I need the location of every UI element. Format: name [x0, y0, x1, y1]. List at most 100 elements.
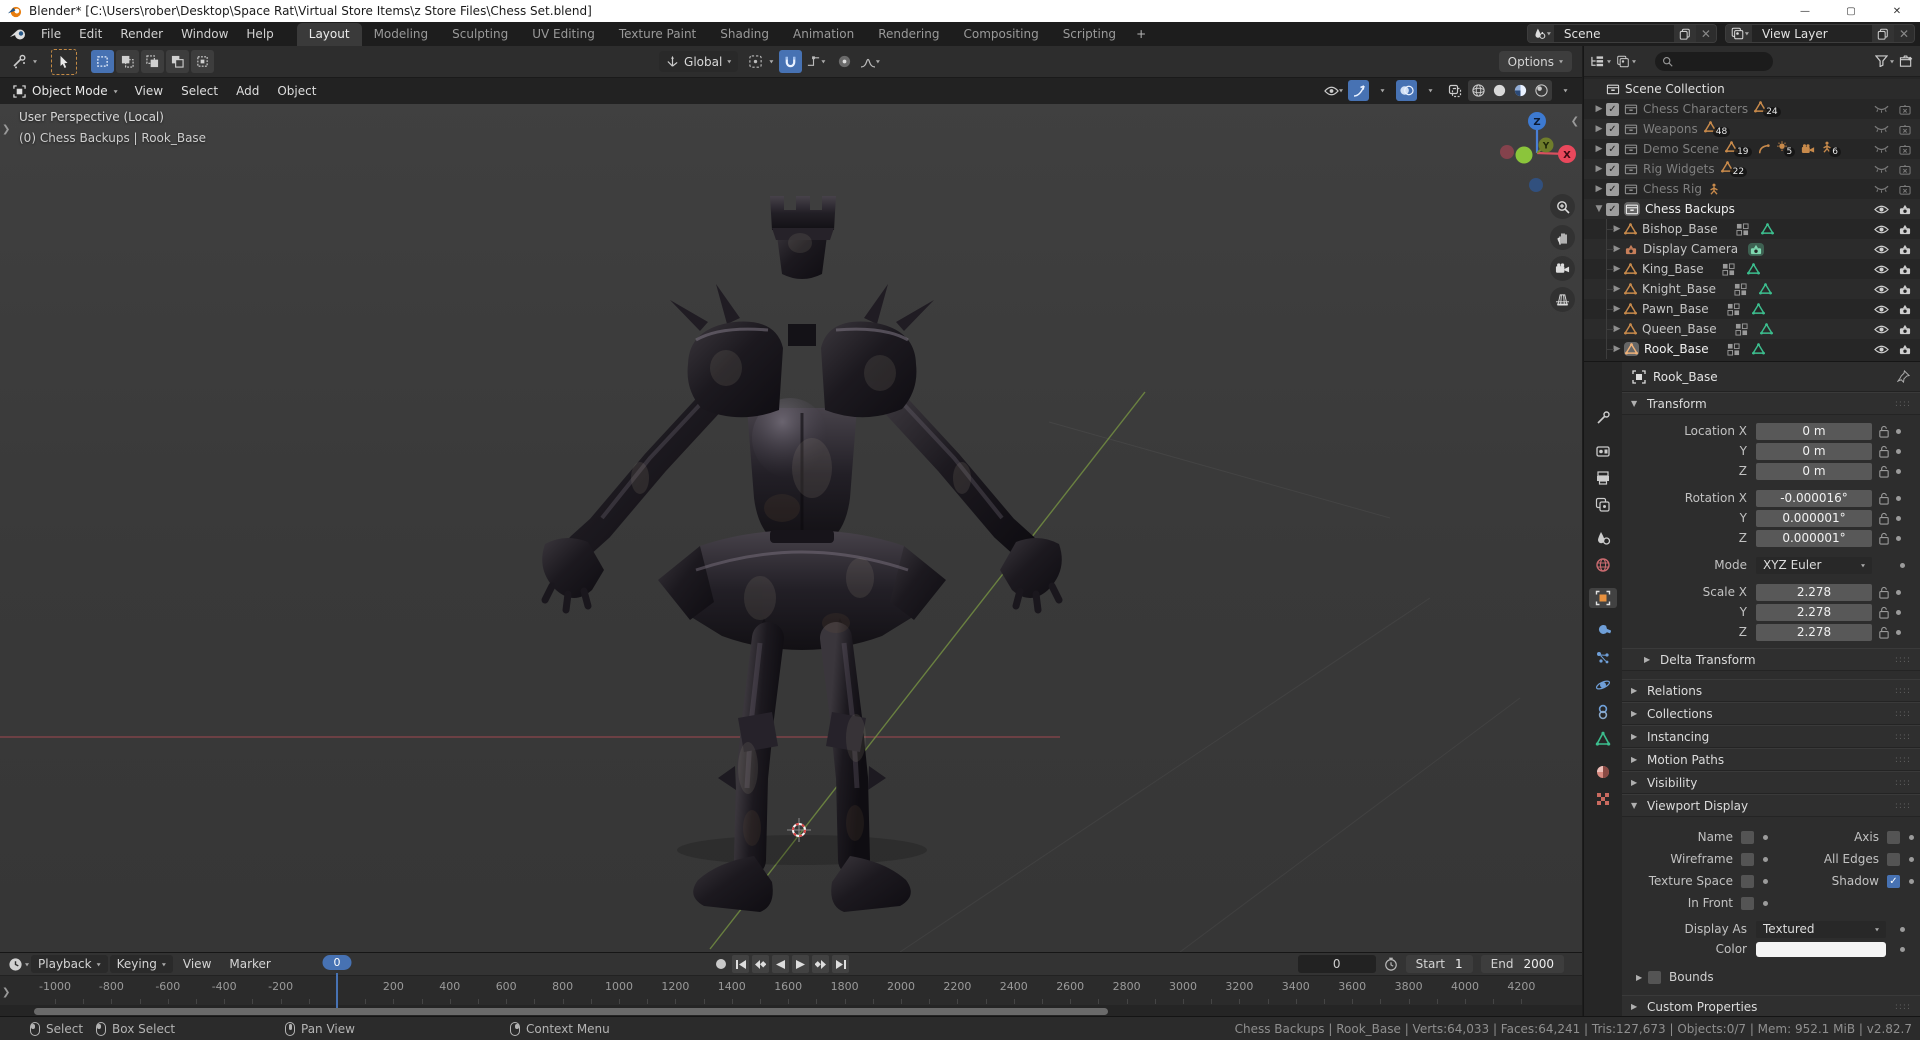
modifier-icon[interactable] — [1735, 322, 1748, 336]
preview-range-icon[interactable] — [1384, 957, 1398, 971]
prev-keyframe-button[interactable] — [752, 955, 769, 973]
workspace-tab-compositing[interactable]: Compositing — [951, 23, 1050, 46]
transform-value-field[interactable]: 2.278 — [1756, 603, 1872, 621]
disable-in-render-icon[interactable] — [1898, 144, 1912, 155]
outliner-row-chess-characters[interactable]: ▶ ✓ Chess Characters 24 — [1584, 99, 1920, 119]
modifier-icon[interactable] — [1727, 342, 1740, 356]
hide-in-viewport-icon[interactable] — [1874, 244, 1889, 255]
menu-edit[interactable]: Edit — [70, 25, 111, 43]
workspace-tab-rendering[interactable]: Rendering — [866, 23, 951, 46]
disable-in-render-icon[interactable] — [1898, 264, 1912, 275]
lock-icon[interactable] — [1878, 492, 1890, 505]
transform-value-field[interactable]: 0 m — [1756, 422, 1872, 440]
transform-value-field[interactable]: 2.278 — [1756, 623, 1872, 641]
disable-in-render-icon[interactable] — [1898, 224, 1912, 235]
checkbox-all-edges[interactable] — [1887, 852, 1900, 866]
collection-checkbox[interactable]: ✓ — [1606, 102, 1619, 116]
panel-header-transform[interactable]: ▼ Transform:::: — [1622, 392, 1920, 415]
disable-in-render-icon[interactable] — [1898, 324, 1912, 335]
collection-checkbox[interactable]: ✓ — [1606, 202, 1619, 216]
active-tool-select-box[interactable] — [51, 48, 78, 75]
outliner-row-display-camera[interactable]: ▶ Display Camera — [1584, 239, 1920, 259]
collection-checkbox[interactable]: ✓ — [1606, 122, 1619, 136]
expand-arrow-icon[interactable]: ▼ — [1592, 204, 1606, 214]
playhead-current-frame[interactable]: 0 — [322, 955, 352, 970]
animate-dot[interactable] — [1909, 834, 1914, 840]
mesh-data-icon[interactable] — [1760, 222, 1774, 236]
lock-icon[interactable] — [1878, 626, 1890, 639]
snap-toggle[interactable] — [779, 50, 803, 73]
object-color-swatch[interactable] — [1756, 941, 1886, 957]
outliner-filter-dropdown[interactable]: ▾ — [1874, 55, 1894, 67]
animate-dot[interactable] — [1896, 535, 1901, 541]
mode-dropdown[interactable]: Object Mode ▾ — [6, 82, 125, 100]
modifier-icon[interactable] — [1727, 302, 1740, 316]
shading-dropdown[interactable]: ▾ — [1555, 80, 1576, 101]
lock-icon[interactable] — [1878, 512, 1890, 525]
modifier-icon[interactable] — [1736, 222, 1749, 236]
collection-checkbox[interactable]: ✓ — [1606, 162, 1619, 176]
toolbar-expand-icon[interactable]: ❯ — [2, 124, 10, 135]
animate-dot[interactable] — [1909, 856, 1914, 862]
rotation-mode-dropdown[interactable]: XYZ Euler ▾ — [1756, 556, 1872, 574]
properties-tab-physics[interactable] — [1589, 675, 1617, 695]
mesh-data-icon[interactable] — [1758, 282, 1772, 296]
tool-dropdown-icon[interactable] — [8, 50, 31, 73]
outliner-row-bishop_base[interactable]: ▶ Bishop_Base — [1584, 219, 1920, 239]
modifier-icon[interactable] — [1722, 262, 1735, 276]
hide-in-viewport-icon[interactable] — [1874, 344, 1889, 355]
animate-dot[interactable] — [1909, 878, 1914, 884]
transform-value-field[interactable]: -0.000016° — [1756, 489, 1872, 507]
transform-value-field[interactable]: 0.000001° — [1756, 509, 1872, 527]
checkbox-shadow[interactable]: ✓ — [1887, 874, 1900, 888]
scene-new-icon[interactable] — [1673, 25, 1696, 42]
disable-in-render-icon[interactable] — [1898, 284, 1912, 295]
outliner-row-scene-collection[interactable]: Scene Collection — [1584, 79, 1920, 99]
minimize-button[interactable]: — — [1782, 0, 1828, 22]
animate-dot[interactable] — [1900, 946, 1905, 952]
xray-toggle[interactable] — [1444, 80, 1465, 101]
lock-icon[interactable] — [1878, 606, 1890, 619]
shading-rendered[interactable] — [1531, 80, 1552, 101]
disable-in-render-icon[interactable] — [1898, 344, 1912, 355]
shading-wireframe[interactable] — [1468, 80, 1489, 101]
disable-in-render-icon[interactable] — [1898, 164, 1912, 175]
lock-icon[interactable] — [1878, 532, 1890, 545]
navigation-gizmo[interactable]: Y Z X — [1491, 107, 1582, 199]
hide-in-viewport-icon[interactable] — [1874, 224, 1889, 235]
disable-in-render-icon[interactable] — [1898, 184, 1912, 195]
menu-render[interactable]: Render — [111, 25, 172, 43]
workspace-tab-scripting[interactable]: Scripting — [1051, 23, 1128, 46]
properties-tab-output[interactable] — [1589, 468, 1617, 488]
workspace-tab-animation[interactable]: Animation — [781, 23, 866, 46]
end-frame-field[interactable]: End 2000 — [1480, 955, 1564, 973]
hide-in-viewport-icon[interactable] — [1874, 104, 1889, 114]
gizmo-neg-z[interactable] — [1529, 178, 1543, 192]
current-frame-field[interactable]: 0 — [1297, 955, 1376, 973]
hide-in-viewport-icon[interactable] — [1874, 184, 1889, 194]
properties-tab-object[interactable] — [1589, 588, 1617, 608]
select-mode-subtract[interactable] — [141, 50, 165, 73]
workspace-tab-uv-editing[interactable]: UV Editing — [520, 23, 607, 46]
add-workspace-button[interactable]: + — [1128, 23, 1154, 46]
lock-icon[interactable] — [1878, 465, 1890, 478]
workspace-tab-texture-paint[interactable]: Texture Paint — [607, 23, 708, 46]
properties-tab-world[interactable] — [1589, 555, 1617, 575]
panel-header-visibility[interactable]: ▶ Visibility:::: — [1622, 771, 1920, 794]
gizmo-neg-y[interactable] — [1515, 146, 1533, 164]
menu-help[interactable]: Help — [237, 25, 282, 43]
menu-file[interactable]: File — [32, 25, 70, 43]
hide-in-viewport-icon[interactable] — [1874, 204, 1889, 215]
view-layer-selector[interactable]: ▾ View Layer ✕ — [1724, 24, 1915, 43]
properties-tab-view-layer[interactable] — [1589, 495, 1617, 515]
transform-value-field[interactable]: 0.000001° — [1756, 529, 1872, 547]
collection-checkbox[interactable]: ✓ — [1606, 142, 1619, 156]
gizmo-neg-x[interactable] — [1500, 145, 1514, 159]
jump-to-end-button[interactable] — [832, 955, 849, 973]
viewport-3d[interactable]: Object Mode ▾ View Select Add Object ▾ ▾… — [0, 78, 1582, 952]
animate-dot[interactable] — [1900, 926, 1905, 932]
proportional-editing-toggle[interactable] — [833, 50, 856, 73]
gizmos-dropdown[interactable]: ▾ — [1372, 80, 1393, 101]
record-button[interactable] — [712, 955, 729, 973]
options-dropdown[interactable]: Options ▾ — [1498, 51, 1572, 72]
